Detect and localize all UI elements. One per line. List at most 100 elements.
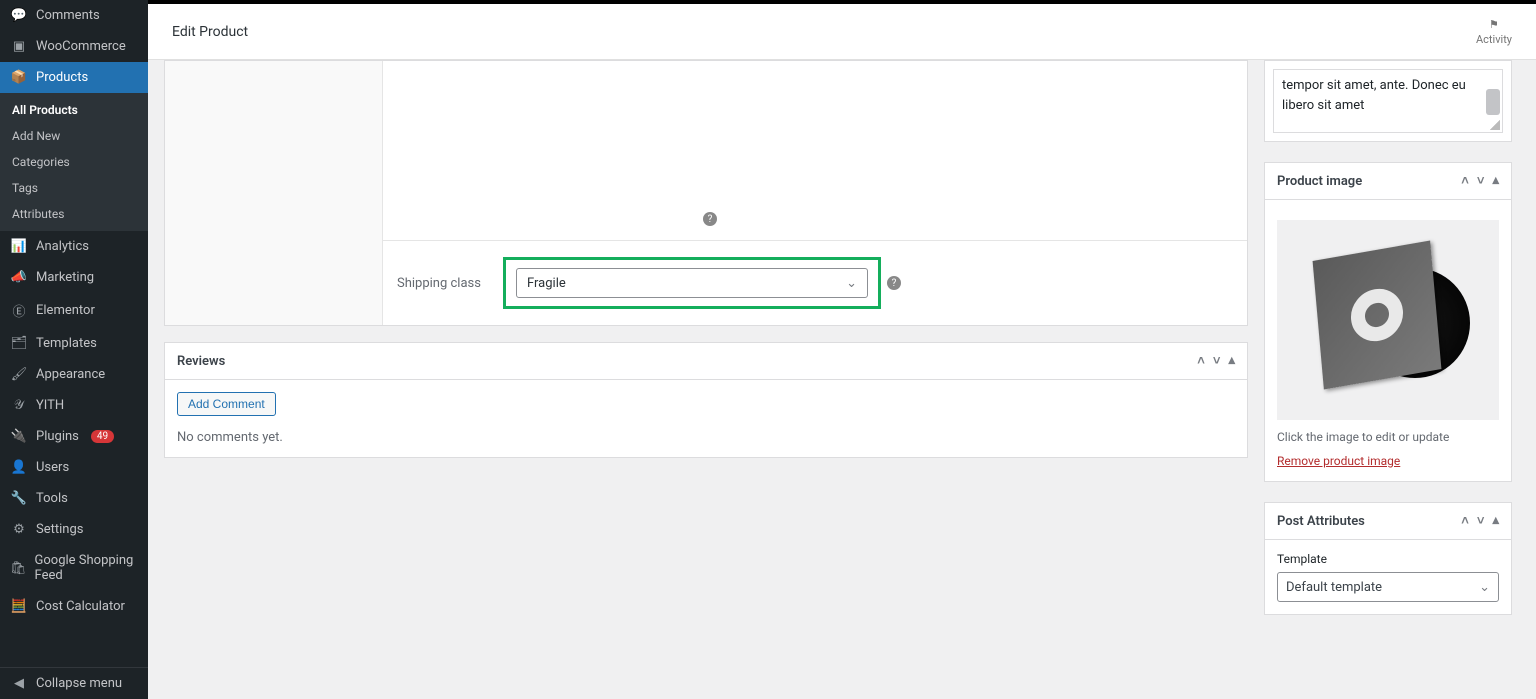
sidebar-item-label: Templates <box>36 336 97 351</box>
yith-icon: 𝒴 <box>10 398 28 413</box>
shipping-dimensions-area: ? <box>383 61 1247 241</box>
settings-icon: ⚙ <box>10 522 28 537</box>
products-icon: 📦 <box>10 70 28 85</box>
elementor-icon: Ⓔ <box>10 301 28 320</box>
post-attributes-head[interactable]: Post Attributes ˄ ˅ ▴ <box>1265 503 1511 540</box>
sidebar-item-label: Google Shopping Feed <box>35 553 138 583</box>
chevron-down-icon: ⌄ <box>846 276 857 291</box>
submenu-tags[interactable]: Tags <box>0 175 148 201</box>
activity-label: Activity <box>1476 33 1512 46</box>
sidebar-item-comments[interactable]: 💬 Comments <box>0 0 148 31</box>
toggle-icon[interactable]: ▴ <box>1492 513 1499 529</box>
marketing-icon: 📣 <box>10 270 28 285</box>
post-attributes-heading: Post Attributes <box>1277 514 1365 529</box>
reviews-panel: Reviews ˄ ˅ ▴ Add Comment No comments ye… <box>164 342 1248 458</box>
product-data-panel: ? Shipping class Fragile ⌄ ? <box>164 60 1248 326</box>
excerpt-textarea[interactable]: tempor sit amet, ante. Donec eu libero s… <box>1273 69 1503 133</box>
product-image-heading: Product image <box>1277 174 1362 189</box>
resize-handle[interactable] <box>1490 120 1500 130</box>
product-image-head[interactable]: Product image ˄ ˅ ▴ <box>1265 163 1511 200</box>
sidebar-item-label: Cost Calculator <box>36 599 125 614</box>
move-down-icon[interactable]: ˅ <box>1213 353 1221 369</box>
topbar: Edit Product ⚑ Activity <box>148 4 1536 60</box>
sidebar-item-yith[interactable]: 𝒴 YITH <box>0 390 148 421</box>
collapse-label: Collapse menu <box>36 676 122 691</box>
reviews-heading: Reviews <box>177 354 225 369</box>
product-image-graphic <box>1318 250 1458 390</box>
sidebar-item-woocommerce[interactable]: ▣ WooCommerce <box>0 31 148 62</box>
reviews-panel-head[interactable]: Reviews ˄ ˅ ▴ <box>165 343 1247 380</box>
shipping-class-label: Shipping class <box>383 276 503 291</box>
move-down-icon[interactable]: ˅ <box>1477 173 1485 189</box>
shopping-icon: 🛍 <box>10 561 27 576</box>
sidebar-item-label: Marketing <box>36 270 94 285</box>
submenu-categories[interactable]: Categories <box>0 149 148 175</box>
comment-icon: 💬 <box>10 8 28 23</box>
scrollbar-thumb[interactable] <box>1486 89 1500 115</box>
tools-icon: 🔧 <box>10 491 28 506</box>
template-select[interactable]: Default template ⌄ <box>1277 572 1499 602</box>
submenu-attributes[interactable]: Attributes <box>0 201 148 227</box>
analytics-icon: 📊 <box>10 239 28 254</box>
sidebar-item-label: Elementor <box>36 303 95 318</box>
sidebar-item-settings[interactable]: ⚙ Settings <box>0 514 148 545</box>
sidebar-item-marketing[interactable]: 📣 Marketing <box>0 262 148 293</box>
excerpt-panel: tempor sit amet, ante. Donec eu libero s… <box>1264 60 1512 142</box>
sidebar-item-elementor[interactable]: Ⓔ Elementor <box>0 293 148 328</box>
sidebar-item-label: Appearance <box>36 367 105 382</box>
sidebar-item-tools[interactable]: 🔧 Tools <box>0 483 148 514</box>
sidebar-item-label: Tools <box>36 491 68 506</box>
sidebar-item-analytics[interactable]: 📊 Analytics <box>0 231 148 262</box>
no-comments-text: No comments yet. <box>177 430 1235 445</box>
help-icon[interactable]: ? <box>887 276 901 290</box>
sidebar-item-cost-calculator[interactable]: 🧮 Cost Calculator <box>0 591 148 622</box>
product-image-panel: Product image ˄ ˅ ▴ <box>1264 162 1512 482</box>
sidebar-item-label: Comments <box>36 8 100 23</box>
shipping-class-highlight: Fragile ⌄ <box>503 257 881 309</box>
appearance-icon: 🖌 <box>10 367 28 382</box>
add-comment-button[interactable]: Add Comment <box>177 392 276 416</box>
help-icon[interactable]: ? <box>703 212 717 226</box>
excerpt-text: tempor sit amet, ante. Donec eu libero s… <box>1282 76 1478 115</box>
sidebar-item-products[interactable]: 📦 Products <box>0 62 148 93</box>
shipping-class-select[interactable]: Fragile ⌄ <box>516 268 868 298</box>
panel-tools: ˄ ˅ ▴ <box>1197 353 1235 369</box>
sidebar-item-google-shopping[interactable]: 🛍 Google Shopping Feed <box>0 545 148 591</box>
woo-icon: ▣ <box>10 39 28 54</box>
template-value: Default template <box>1286 580 1382 595</box>
sidebar-item-appearance[interactable]: 🖌 Appearance <box>0 359 148 390</box>
sidebar-item-templates[interactable]: 🗂 Templates <box>0 328 148 359</box>
plugins-badge: 49 <box>91 430 114 443</box>
toggle-icon[interactable]: ▴ <box>1492 173 1499 189</box>
toggle-icon[interactable]: ▴ <box>1228 353 1235 369</box>
post-attributes-panel: Post Attributes ˄ ˅ ▴ Template Default t… <box>1264 502 1512 615</box>
submenu-all-products[interactable]: All Products <box>0 97 148 123</box>
move-up-icon[interactable]: ˄ <box>1461 173 1469 189</box>
products-submenu: All Products Add New Categories Tags Att… <box>0 93 148 231</box>
shipping-class-value: Fragile <box>527 276 566 291</box>
chevron-down-icon: ⌄ <box>1479 580 1490 595</box>
remove-product-image-link[interactable]: Remove product image <box>1277 454 1400 468</box>
product-image-thumb[interactable] <box>1277 220 1499 420</box>
sidebar-item-plugins[interactable]: 🔌 Plugins 49 <box>0 421 148 452</box>
sidebar-item-label: WooCommerce <box>36 39 126 54</box>
sidebar-item-label: YITH <box>36 398 64 413</box>
sidebar-item-label: Analytics <box>36 239 89 254</box>
product-data-tabs <box>165 61 383 325</box>
users-icon: 👤 <box>10 460 28 475</box>
move-up-icon[interactable]: ˄ <box>1461 513 1469 529</box>
move-up-icon[interactable]: ˄ <box>1197 353 1205 369</box>
sidebar-item-users[interactable]: 👤 Users <box>0 452 148 483</box>
move-down-icon[interactable]: ˅ <box>1477 513 1485 529</box>
sidebar-item-label: Products <box>36 70 88 85</box>
sidebar-item-label: Settings <box>36 522 83 537</box>
shipping-class-row: Shipping class Fragile ⌄ ? <box>383 241 1247 325</box>
admin-sidebar: 💬 Comments ▣ WooCommerce 📦 Products All … <box>0 0 148 699</box>
plugins-icon: 🔌 <box>10 429 28 444</box>
activity-button[interactable]: ⚑ Activity <box>1476 18 1512 46</box>
flag-icon: ⚑ <box>1489 18 1499 31</box>
submenu-add-new[interactable]: Add New <box>0 123 148 149</box>
sidebar-item-label: Plugins <box>36 429 79 444</box>
calc-icon: 🧮 <box>10 599 28 614</box>
collapse-menu[interactable]: ◀ Collapse menu <box>0 667 148 699</box>
